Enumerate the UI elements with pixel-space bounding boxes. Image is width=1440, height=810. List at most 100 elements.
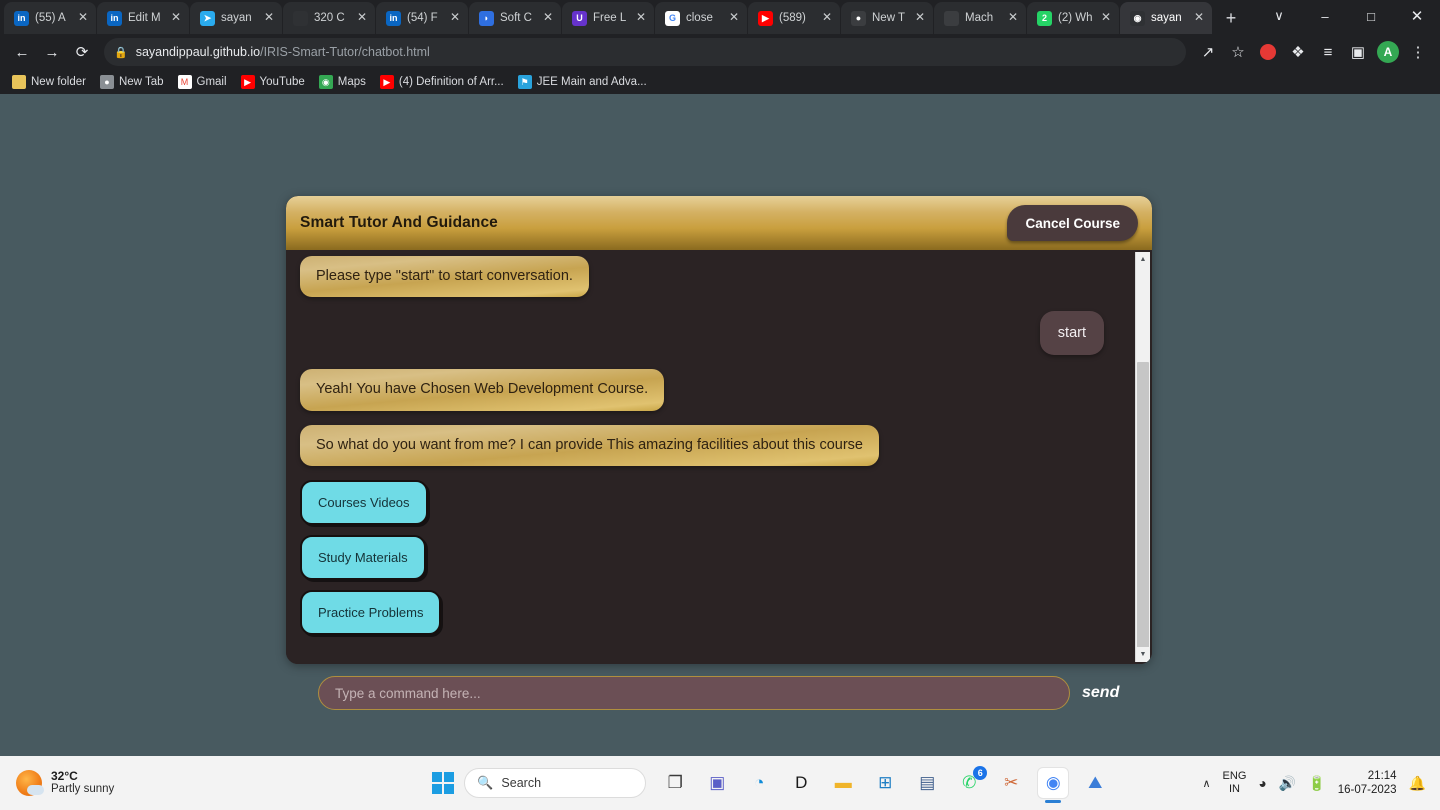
snipping-tool-icon[interactable]: ✂ <box>996 768 1026 798</box>
extensions-icon[interactable]: ❖ <box>1284 38 1312 66</box>
chat-scrollbar[interactable]: ▲ ▼ <box>1135 252 1150 662</box>
browser-tab[interactable]: 320 C ✕ <box>283 2 375 34</box>
chat-option-button[interactable]: Study Materials <box>300 535 426 581</box>
whatsapp-icon: 2 <box>1037 10 1052 26</box>
bookmark-item[interactable]: M Gmail <box>177 75 227 89</box>
browser-tab[interactable]: U Free L ✕ <box>562 2 654 34</box>
tab-label: sayan <box>221 12 252 24</box>
task-view-icon[interactable]: ❐ <box>660 768 690 798</box>
tab-close-icon[interactable]: ✕ <box>169 11 183 25</box>
tab-search-button[interactable]: ∨ <box>1256 0 1302 32</box>
send-button[interactable]: send <box>1082 684 1119 702</box>
app-glyph: ▣ <box>709 773 726 792</box>
browser-tab[interactable]: ◗ Soft C ✕ <box>469 2 561 34</box>
tab-strip: in (55) A ✕ in Edit M ✕ ➤ sayan ✕ 320 C ✕ in (54) F ✕… <box>0 0 1440 34</box>
scroll-up-arrow[interactable]: ▲ <box>1136 252 1150 267</box>
tab-close-icon[interactable]: ✕ <box>634 11 648 25</box>
tab-close-icon[interactable]: ✕ <box>1006 11 1020 25</box>
tab-label: Free L <box>593 12 627 24</box>
maximize-button[interactable]: □ <box>1348 0 1394 32</box>
battery-icon[interactable]: 🔋 <box>1308 775 1325 792</box>
browser-tab[interactable]: Mach ✕ <box>934 2 1026 34</box>
bookmark-item[interactable]: ⚑ JEE Main and Adva... <box>517 75 647 89</box>
tray-expand-icon[interactable]: ∧ <box>1202 777 1210 790</box>
browser-tab[interactable]: ➤ sayan ✕ <box>190 2 282 34</box>
bookmark-label: New folder <box>31 76 86 88</box>
tab-close-icon[interactable]: ✕ <box>355 11 369 25</box>
teams-icon[interactable]: ▣ <box>702 768 732 798</box>
browser-tab[interactable]: ◉ sayan ✕ <box>1120 2 1212 34</box>
scroll-down-arrow[interactable]: ▼ <box>1136 647 1150 662</box>
tab-close-icon[interactable]: ✕ <box>1099 11 1113 25</box>
browser-tab[interactable]: ● New T ✕ <box>841 2 933 34</box>
tab-close-icon[interactable]: ✕ <box>1192 11 1206 25</box>
notification-icon[interactable]: 🔔 <box>1409 775 1426 792</box>
search-input[interactable]: 🔍 Search <box>464 768 647 798</box>
address-bar[interactable]: 🔒 sayandippaul.github.io/IRIS-Smart-Tuto… <box>104 38 1186 66</box>
share-icon[interactable]: ↗ <box>1194 38 1222 66</box>
bookmark-item[interactable]: ▶ (4) Definition of Arr... <box>379 75 504 89</box>
tab-label: 320 C <box>314 12 345 24</box>
clock[interactable]: 21:14 16-07-2023 <box>1338 769 1397 798</box>
photos-icon[interactable]: ⛰ <box>1080 768 1110 798</box>
language-indicator[interactable]: ENG IN <box>1223 770 1247 795</box>
notification-badge: 6 <box>973 766 988 780</box>
cancel-course-button[interactable]: Cancel Course <box>1007 205 1138 241</box>
chat-option-button[interactable]: Practice Problems <box>300 590 442 636</box>
chat-option-button[interactable]: Courses Videos <box>300 480 428 526</box>
whatsapp-icon[interactable]: ✆ 6 <box>954 766 988 798</box>
chrome-icon[interactable]: ◉ <box>1038 768 1069 803</box>
side-panel-icon[interactable]: ▣ <box>1344 38 1372 66</box>
tab-label: (2) Wh <box>1058 12 1093 24</box>
tab-close-icon[interactable]: ✕ <box>913 11 927 25</box>
close-window-button[interactable]: ✕ <box>1394 0 1440 32</box>
adblock-icon[interactable] <box>1254 38 1282 66</box>
bookmark-item[interactable]: ◉ Maps <box>318 75 366 89</box>
github-pages-icon: ◉ <box>1130 10 1145 26</box>
avatar[interactable]: A <box>1374 38 1402 66</box>
forward-button[interactable]: → <box>38 38 66 66</box>
volume-icon[interactable]: 🔊 <box>1279 775 1296 792</box>
dell-icon[interactable]: D <box>786 768 816 798</box>
tab-close-icon[interactable]: ✕ <box>448 11 462 25</box>
bookmark-item[interactable]: New folder <box>12 75 86 89</box>
bookmark-item[interactable]: ● New Tab <box>99 75 164 89</box>
tab-label: sayan <box>1151 12 1182 24</box>
bookmark-star-icon[interactable]: ☆ <box>1224 38 1252 66</box>
tab-close-icon[interactable]: ✕ <box>76 11 90 25</box>
option-row: Courses Videos <box>300 480 1120 526</box>
browser-tab[interactable]: in (55) A ✕ <box>4 2 96 34</box>
browser-tab[interactable]: 2 (2) Wh ✕ <box>1027 2 1119 34</box>
code-editor-icon[interactable]: ▤ <box>912 768 942 798</box>
browser-tab[interactable]: Gclose ✕ <box>655 2 747 34</box>
new-tab-button[interactable]: + <box>1217 4 1245 32</box>
bookmark-item[interactable]: ▶ YouTube <box>240 75 305 89</box>
browser-tab[interactable]: in Edit M ✕ <box>97 2 189 34</box>
windows-start-icon[interactable] <box>432 772 455 794</box>
wifi-icon[interactable]: ◕ <box>1258 775 1266 791</box>
scrollbar-track[interactable] <box>1136 267 1150 652</box>
reload-button[interactable]: ⟳ <box>68 38 96 66</box>
browser-tab[interactable]: in (54) F ✕ <box>376 2 468 34</box>
browser-tab[interactable]: ▶ (589) ✕ <box>748 2 840 34</box>
reading-list-icon[interactable]: ≡ <box>1314 38 1342 66</box>
page-content: Smart Tutor And Guidance Cancel Course P… <box>0 94 1440 810</box>
tab-close-icon[interactable]: ✕ <box>541 11 555 25</box>
system-tray: ∧ ENG IN ◕ 🔊 🔋 21:14 16-07-2023 🔔 <box>1202 769 1440 798</box>
app-glyph: ◔ <box>754 773 765 792</box>
weather-widget[interactable]: 32°C Partly sunny <box>0 769 340 797</box>
tab-close-icon[interactable]: ✕ <box>262 11 276 25</box>
edge-icon[interactable]: ◔ <box>744 768 774 798</box>
bookmark-label: New Tab <box>118 76 164 88</box>
bot-message-bubble: Please type "start" to start conversatio… <box>300 256 589 298</box>
tab-close-icon[interactable]: ✕ <box>727 11 741 25</box>
back-button[interactable]: ← <box>8 38 36 66</box>
scrollbar-thumb[interactable] <box>1137 362 1149 652</box>
tab-close-icon[interactable]: ✕ <box>820 11 834 25</box>
chrome-menu-icon[interactable]: ⋮ <box>1404 38 1432 66</box>
file-explorer-icon[interactable]: ▬ <box>828 768 858 798</box>
microsoft-store-icon[interactable]: ⊞ <box>870 768 900 798</box>
minimize-button[interactable]: – <box>1302 0 1348 32</box>
command-input[interactable] <box>318 676 1070 710</box>
message-row: Please type "start" to start conversatio… <box>300 256 1120 298</box>
